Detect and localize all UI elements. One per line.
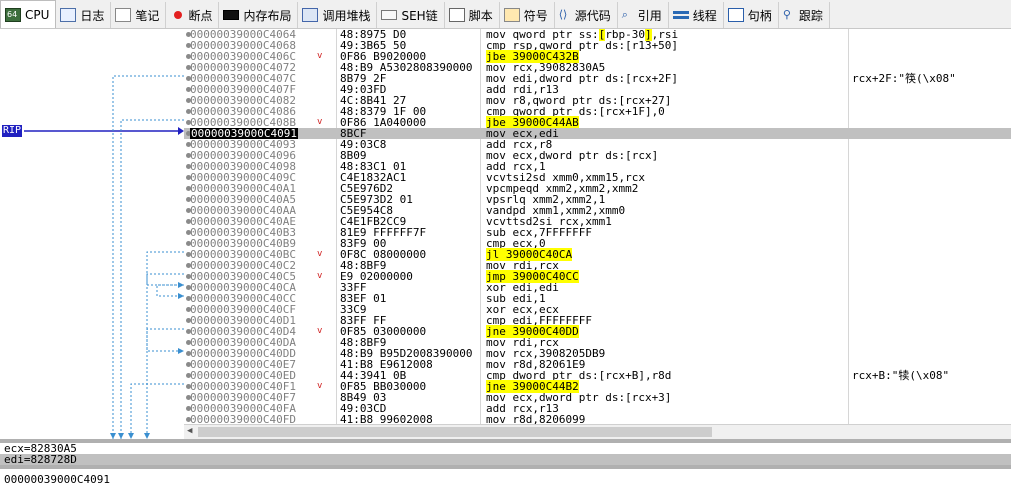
jump-line-6 [146, 328, 184, 352]
tab-trace[interactable]: ⚲ 跟踪 [779, 2, 830, 28]
tab-threads[interactable]: 线程 [669, 2, 724, 28]
row-comment: rcx+B:"犊(\x08" [852, 369, 950, 382]
jump-indicator-icon: v [317, 271, 323, 281]
disasm-row[interactable]: 00000039000C40D1 83FF FF cmp edi,FFFFFFFF [184, 315, 1011, 326]
address-status: 00000039000C4091 [0, 469, 1011, 495]
horizontal-scrollbar[interactable]: ◀ [184, 424, 1011, 439]
jump-line-7 [130, 383, 184, 439]
disasm-row[interactable]: 00000039000C4068 49:3B65 50 cmp rsp,qword … [184, 40, 1011, 51]
row-instruction: mov r8d,8206099 [486, 414, 585, 424]
jump-indicator-icon: v [317, 326, 323, 336]
jump-line-2 [120, 119, 184, 439]
cpu-icon [5, 7, 21, 22]
tab-label: 笔记 [135, 8, 160, 23]
tab-label: 跟踪 [798, 8, 823, 23]
log-icon [60, 8, 77, 22]
source-icon: ⟨⟩ [558, 8, 568, 21]
disasm-row[interactable]: 00000039000C40F7 8B49 03 mov ecx,dword ptr… [184, 392, 1011, 403]
disasm-row[interactable]: 00000039000C4091 8BCF mov ecx,edi [184, 128, 1011, 139]
row-bytes: 41:B8 99602008 [340, 413, 433, 424]
disasm-row[interactable]: 00000039000C40FA 49:03CD add rcx,r13 [184, 403, 1011, 414]
tab-references[interactable]: ⌕ 引用 [618, 2, 669, 28]
disasm-row[interactable]: 00000039000C40AE C4E1FB2CC9 vcvttsd2si rcx… [184, 216, 1011, 227]
disasm-row[interactable]: 00000039000C40FD 41:B8 99602008 mov r8d,82… [184, 414, 1011, 424]
seh-chain-icon [381, 10, 398, 20]
tab-label: 脚本 [468, 8, 493, 23]
tab-script[interactable]: 脚本 [445, 2, 500, 28]
disasm-row[interactable]: 00000039000C407C 8B79 2F mov edi,dword ptr… [184, 73, 1011, 84]
tab-label: 符号 [523, 8, 548, 23]
tab-call-stack[interactable]: 调用堆栈 [298, 2, 378, 28]
tab-log[interactable]: 日志 [56, 2, 112, 28]
tab-breakpoint[interactable]: 断点 [166, 2, 220, 28]
disasm-row[interactable]: 00000039000C40CA 33FF xor edi,edi [184, 282, 1011, 293]
row-address: 00000039000C40FD [190, 413, 296, 424]
scroll-left-icon[interactable]: ◀ [187, 426, 192, 436]
instruction-part: mov r8d,8206099 [486, 413, 586, 424]
row-comment: rcx+2F:"筷(\x08" [852, 72, 956, 85]
disasm-row[interactable]: 00000039000C408B v 0F86 1A040000 jbe 39000C… [184, 116, 1011, 129]
jump-indicator-icon: v [317, 381, 323, 391]
scroll-thumb[interactable] [198, 427, 712, 437]
symbols-icon [503, 8, 520, 22]
tab-notes[interactable]: 笔记 [111, 2, 167, 28]
tab-label: 日志 [80, 8, 105, 23]
rip-label: RIP [2, 125, 23, 137]
disasm-row[interactable]: 00000039000C40CF 33C9 xor ecx,ecx [184, 304, 1011, 315]
disasm-row[interactable]: 00000039000C4096 8B09 mov ecx,dword ptr ds… [184, 150, 1011, 161]
jump-indicator-icon: v [317, 117, 323, 127]
tab-label: 线程 [692, 8, 717, 23]
jump-indicator-icon: v [317, 249, 323, 259]
jump-arrows-gutter [0, 29, 184, 439]
info-line: edi=828728D [0, 454, 1011, 465]
tab-seh-chain[interactable]: SEH链 [377, 2, 445, 28]
disasm-row[interactable]: 00000039000C40D4 v 0F85 03000000 jne 39000C… [184, 325, 1011, 338]
tab-label: 句柄 [747, 8, 772, 23]
disasm-row[interactable]: 00000039000C40BC v 0F8C 08000000 jl 39000C4… [184, 248, 1011, 261]
tab-memory-map[interactable]: 内存布局 [219, 2, 299, 28]
disasm-row[interactable]: 00000039000C40C2 48:8BF9 mov rdi,rcx [184, 260, 1011, 271]
disasm-row[interactable]: 00000039000C40B9 83F9 00 cmp ecx,0 [184, 238, 1011, 249]
references-icon: ⌕ [621, 8, 628, 21]
threads-icon [672, 8, 689, 22]
jump-line-3 [146, 251, 184, 439]
tab-handles[interactable]: 句柄 [724, 2, 779, 28]
tab-label: 断点 [188, 8, 213, 23]
disasm-row[interactable]: 00000039000C40CC 83EF 01 sub edi,1 [184, 293, 1011, 304]
info-box: ecx=82830A5 edi=828728D [0, 443, 1011, 465]
tab-label: 源代码 [574, 8, 611, 23]
tab-cpu[interactable]: CPU [0, 0, 57, 28]
disasm-row[interactable]: 00000039000C40B3 81E9 FFFFFF7F sub ecx,7FF… [184, 227, 1011, 238]
handles-icon [727, 8, 744, 22]
tab-label: SEH链 [401, 8, 438, 23]
trace-icon: ⚲ [782, 8, 791, 21]
disasm-row[interactable]: 00000039000C40C5 v E9 02000000 jmp 39000C40… [184, 270, 1011, 283]
tab-symbols[interactable]: 符号 [500, 2, 555, 28]
tab-label: 内存布局 [243, 8, 292, 23]
info-line: ecx=82830A5 [4, 442, 77, 455]
script-icon [448, 8, 465, 22]
tab-source[interactable]: ⟨⟩ 源代码 [555, 2, 618, 28]
disassembly-view[interactable]: 00000039000C4064 48:8975 D0 mov qword ptr … [184, 29, 1011, 424]
disasm-row[interactable]: 00000039000C4086 48:8379 1F 00 cmp qword p… [184, 106, 1011, 117]
memory-map-icon [223, 10, 240, 20]
call-stack-icon [302, 8, 319, 22]
tab-label: CPU [25, 7, 50, 22]
tab-label: 调用堆栈 [322, 8, 371, 23]
jump-indicator-icon: v [317, 51, 323, 61]
notes-icon [115, 8, 132, 22]
disasm-row[interactable]: 00000039000C40ED 44:3941 0B cmp dword ptr … [184, 370, 1011, 381]
tab-label: 引用 [637, 8, 662, 23]
breakpoint-icon [174, 11, 183, 19]
tab-bar: CPU 日志 笔记 断点 内存布局 调用堆栈 SEH链 脚本 符号 ⟨⟩ 源代码 ⌕ 引用 线程 句柄 ⚲ 跟踪 [0, 0, 1011, 29]
disasm-row[interactable]: 00000039000C40DD 48:B9 B95D2008390000 mov … [184, 348, 1011, 359]
